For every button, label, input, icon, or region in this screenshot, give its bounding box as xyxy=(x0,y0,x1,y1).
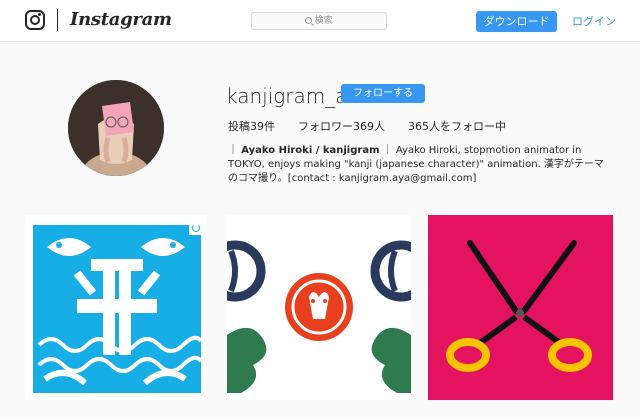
top-nav-bar: Instagram 検索 ダウンロード ログイン xyxy=(0,0,640,42)
bio-prefix: ｜ xyxy=(228,145,238,156)
bio-name: Ayako Hiroki / kanjigram xyxy=(241,145,380,156)
search-input[interactable]: 検索 xyxy=(251,12,387,30)
post-tile-crests[interactable] xyxy=(227,215,411,400)
follow-button[interactable]: フォローする xyxy=(341,84,425,103)
followers-count[interactable]: フォロワー369人 xyxy=(298,118,385,134)
instagram-glyph-icon[interactable] xyxy=(25,10,45,30)
multi-post-icon xyxy=(189,221,203,235)
download-button[interactable]: ダウンロード xyxy=(476,11,557,32)
search-icon xyxy=(305,17,313,24)
post-tile-scissors[interactable] xyxy=(428,215,613,400)
profile-avatar[interactable] xyxy=(68,80,164,176)
login-link[interactable]: ログイン xyxy=(572,13,616,29)
following-count[interactable]: 365人をフォロー中 xyxy=(408,118,506,134)
search-placeholder: 検索 xyxy=(314,16,333,26)
profile-bio: ｜ Ayako Hiroki / kanjigram ｜ Ayako Hirok… xyxy=(228,144,608,186)
profile-stats: 投稿39件 フォロワー369人 365人をフォロー中 xyxy=(228,118,529,134)
instagram-wordmark[interactable]: Instagram xyxy=(70,9,172,30)
profile-username: kanjigram_a xyxy=(226,84,348,108)
posts-count: 投稿39件 xyxy=(228,120,275,133)
post-tile-papercut[interactable] xyxy=(25,215,207,400)
logo-divider xyxy=(57,9,58,31)
